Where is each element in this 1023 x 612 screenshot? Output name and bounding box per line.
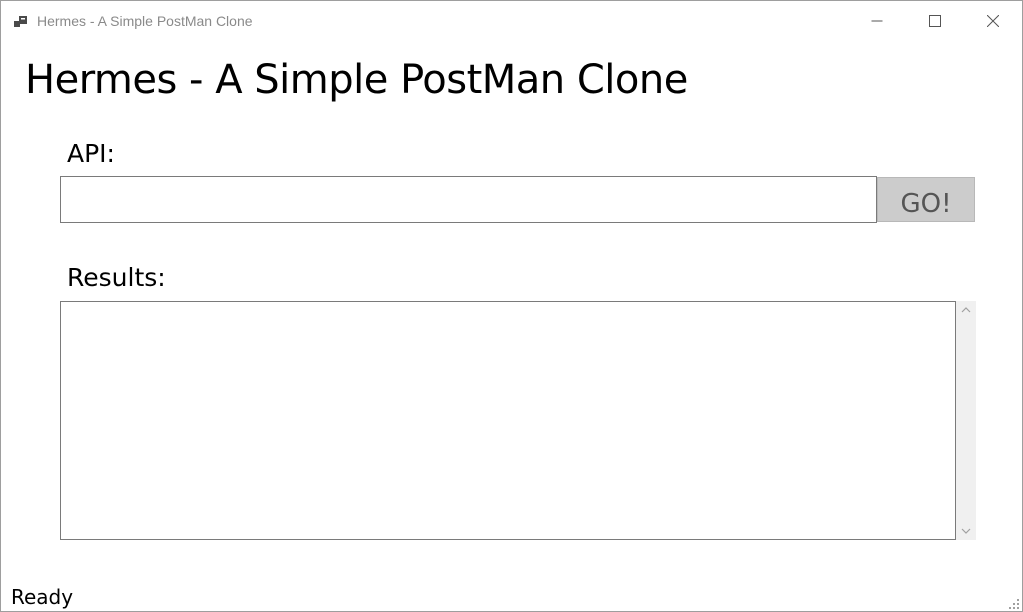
go-button[interactable]: GO! xyxy=(877,177,975,222)
minimize-icon xyxy=(871,20,883,22)
page-title: Hermes - A Simple PostMan Clone xyxy=(25,57,688,103)
results-scrollbar[interactable] xyxy=(956,301,976,540)
scroll-down-button[interactable] xyxy=(956,522,976,540)
api-input[interactable] xyxy=(60,176,877,223)
results-label: Results: xyxy=(67,263,166,292)
minimize-button[interactable] xyxy=(848,1,906,41)
app-window-icon xyxy=(14,14,30,30)
results-textarea[interactable] xyxy=(60,301,956,540)
status-text: Ready xyxy=(11,585,74,609)
api-label: API: xyxy=(67,139,115,168)
app-window: Hermes - A Simple PostMan Clone Hermes -… xyxy=(0,0,1023,612)
title-bar[interactable]: Hermes - A Simple PostMan Clone xyxy=(1,1,1022,41)
maximize-icon xyxy=(929,15,941,27)
chevron-down-icon xyxy=(961,528,971,534)
scroll-up-button[interactable] xyxy=(956,301,976,319)
chevron-up-icon xyxy=(961,307,971,313)
window-title: Hermes - A Simple PostMan Clone xyxy=(37,13,253,29)
close-button[interactable] xyxy=(964,1,1022,41)
resize-grip-icon[interactable] xyxy=(1008,597,1020,609)
maximize-button[interactable] xyxy=(906,1,964,41)
close-icon xyxy=(987,15,999,27)
